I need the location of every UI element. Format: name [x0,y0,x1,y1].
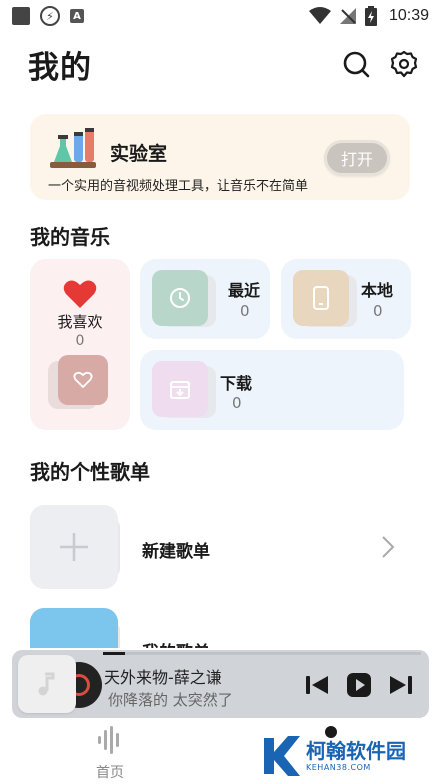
new-playlist-box [30,505,118,589]
my-playlist-cover [30,608,118,648]
music-note-icon [38,672,55,696]
song-title: 天外来物-薛之谦 [104,668,222,687]
chevron-right-icon [382,536,395,558]
previous-track-icon[interactable] [304,673,330,697]
phone-icon [313,286,329,310]
heart-icon [63,280,97,308]
my-playlist-label: 我的歌单 [142,638,210,648]
lab-title: 实验室 [110,143,168,165]
battery-icon [364,6,377,26]
downloads-count: 0 [232,394,242,412]
recent-cover [152,270,208,326]
playlists-title: 我的个性歌单 [30,460,150,484]
lyric-line: 你降落的 太突然了 [108,691,233,709]
lab-card[interactable]: 实验室 一个实用的音视频处理工具，让音乐不在简单 打开 [30,114,410,200]
notification-letter-icon: A [70,9,84,23]
heart-outline-icon [73,371,93,389]
my-playlist-row[interactable]: 我的歌单 [30,608,410,648]
lab-flask-icon [50,128,96,168]
lab-description: 一个实用的音视频处理工具，让音乐不在简单 [48,179,309,194]
progress-bar[interactable] [103,652,421,655]
favorites-count: 0 [75,333,85,349]
recent-tile[interactable]: 最近 0 [140,259,270,339]
new-playlist-row[interactable]: 新建歌单 [30,505,410,589]
next-track-icon[interactable] [388,673,414,697]
plus-icon [60,533,88,561]
app-notification-icon [12,7,30,25]
clock-history-icon [170,288,190,308]
favorites-cover [58,355,108,405]
page-header: 我的 [28,42,418,86]
new-playlist-label: 新建歌单 [142,542,210,562]
album-cover[interactable] [18,655,76,713]
clock: 10:39 [388,7,429,24]
search-icon[interactable] [342,50,370,78]
watermark-text: 柯翰软件园 [306,738,406,763]
lightning-icon: ⚡ [40,6,60,26]
local-cover [293,270,349,326]
recent-count: 0 [240,302,250,320]
my-music-title: 我的音乐 [30,225,110,249]
local-count: 0 [373,302,383,320]
recent-label: 最近 [228,281,261,300]
waveform-icon [98,726,119,754]
tab-home[interactable]: 首页 [80,726,140,782]
downloads-cover [152,361,208,417]
lab-open-button[interactable]: 打开 [324,140,390,176]
tab-bar: 首页 柯翰软件园 KEHAN38.COM [0,718,441,784]
download-box-icon [170,381,190,399]
wifi-icon [308,7,331,24]
play-icon[interactable] [346,672,372,698]
status-bar: ⚡ A 10:39 [0,0,441,32]
progress-fill [103,652,126,655]
watermark: 柯翰软件园 KEHAN38.COM [262,734,406,778]
downloads-label: 下载 [220,374,253,393]
watermark-sub: KEHAN38.COM [306,762,371,772]
downloads-tile[interactable]: 下载 0 [140,350,404,430]
watermark-logo [264,736,300,776]
favorites-label: 我喜欢 [57,313,103,331]
signal-off-icon [339,8,356,24]
local-tile[interactable]: 本地 0 [281,259,411,339]
tab-home-label: 首页 [96,765,124,781]
favorites-card[interactable]: 我喜欢 0 [30,259,130,430]
settings-gear-icon[interactable] [390,50,418,78]
page-title: 我的 [28,49,92,86]
mini-player[interactable]: 天外来物-薛之谦 你降落的 太突然了 [12,650,429,718]
local-label: 本地 [361,281,394,300]
